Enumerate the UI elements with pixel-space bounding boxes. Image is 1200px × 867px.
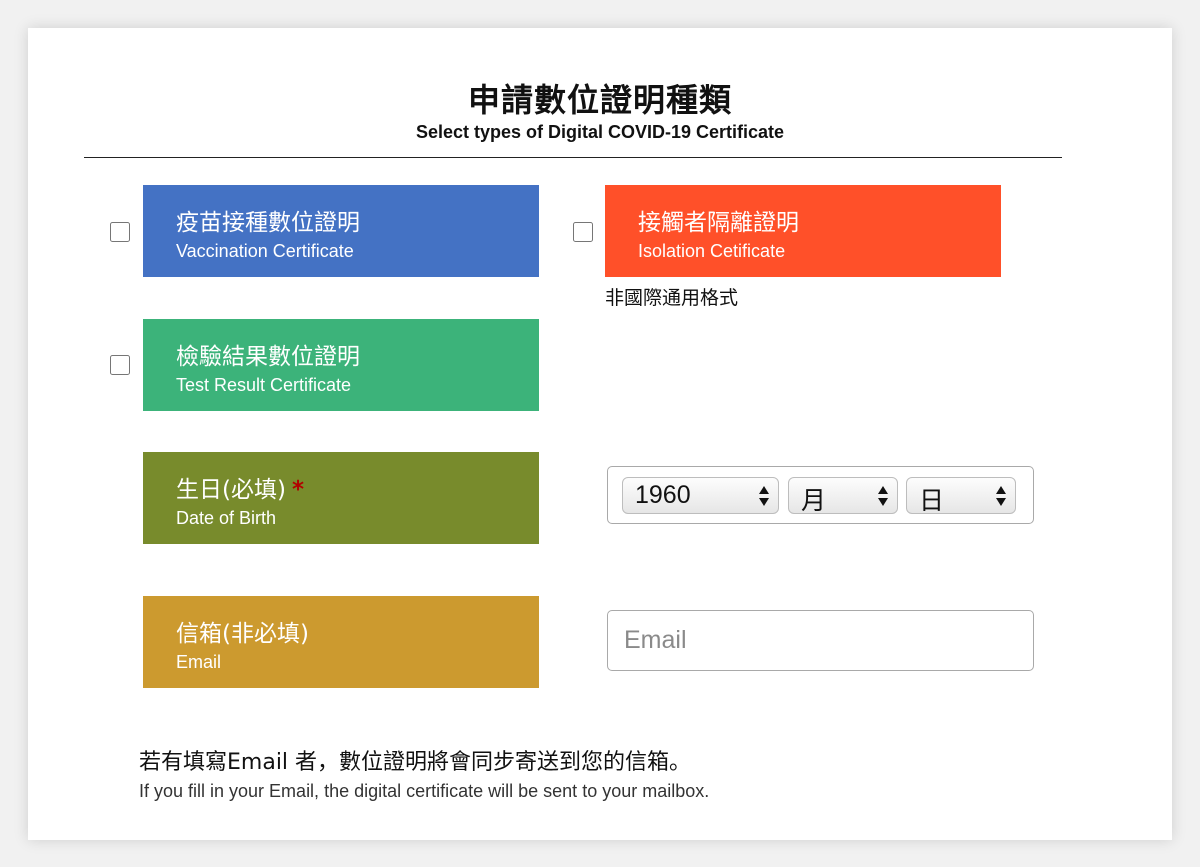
divider [84,157,1062,158]
email-label-en: Email [176,652,222,672]
birth-label-zh-text: 生日(必填) [176,477,286,503]
email-notice-zh: 若有填寫Email 者，數位證明將會同步寄送到您的信箱。 [139,750,692,775]
vaccination-checkbox[interactable] [110,222,130,242]
birth-month-select[interactable]: 月 [788,477,898,515]
birth-year-value: 1960 [635,481,691,509]
birth-label-zh: 生日(必填) * [176,470,304,504]
test-result-label-en: Test Result Certificate [176,375,352,395]
birth-date-group: 1960 月 日 [607,466,1034,524]
email-notice-en: If you fill in your Email, the digital c… [139,781,710,801]
test-result-checkbox[interactable] [110,355,130,375]
vaccination-label-en: Vaccination Certificate [176,241,354,261]
email-label-zh: 信箱(非必填) [176,621,309,647]
test-result-certificate-option[interactable]: 檢驗結果數位證明 Test Result Certificate [143,319,539,411]
birth-day-value: 日 [919,487,945,515]
isolation-label-en: Isolation Cetificate [638,241,786,261]
birth-label-en: Date of Birth [176,508,277,528]
select-arrows-icon [878,486,888,506]
email-label-block: 信箱(非必填) Email [143,596,539,688]
vaccination-label-zh: 疫苗接種數位證明 [176,210,360,236]
email-input[interactable] [607,610,1034,671]
isolation-label-zh: 接觸者隔離證明 [638,210,799,236]
isolation-format-note: 非國際通用格式 [605,287,739,309]
select-arrows-icon [759,486,769,506]
isolation-checkbox[interactable] [573,222,593,242]
birth-label-block: 生日(必填) * Date of Birth [143,452,539,544]
required-asterisk: * [291,477,304,503]
birth-month-value: 月 [801,487,827,515]
birth-year-select[interactable]: 1960 [622,477,779,514]
test-result-label-zh: 檢驗結果數位證明 [176,344,360,370]
certificate-form-card: 申請數位證明種類 Select types of Digital COVID-1… [28,28,1172,840]
page-subtitle: Select types of Digital COVID-19 Certifi… [415,122,785,142]
isolation-certificate-option[interactable]: 接觸者隔離證明 Isolation Cetificate [605,185,1001,277]
vaccination-certificate-option[interactable]: 疫苗接種數位證明 Vaccination Certificate [143,185,539,277]
birth-day-select[interactable]: 日 [906,477,1016,515]
select-arrows-icon [996,486,1006,506]
page-title: 申請數位證明種類 [467,81,732,119]
